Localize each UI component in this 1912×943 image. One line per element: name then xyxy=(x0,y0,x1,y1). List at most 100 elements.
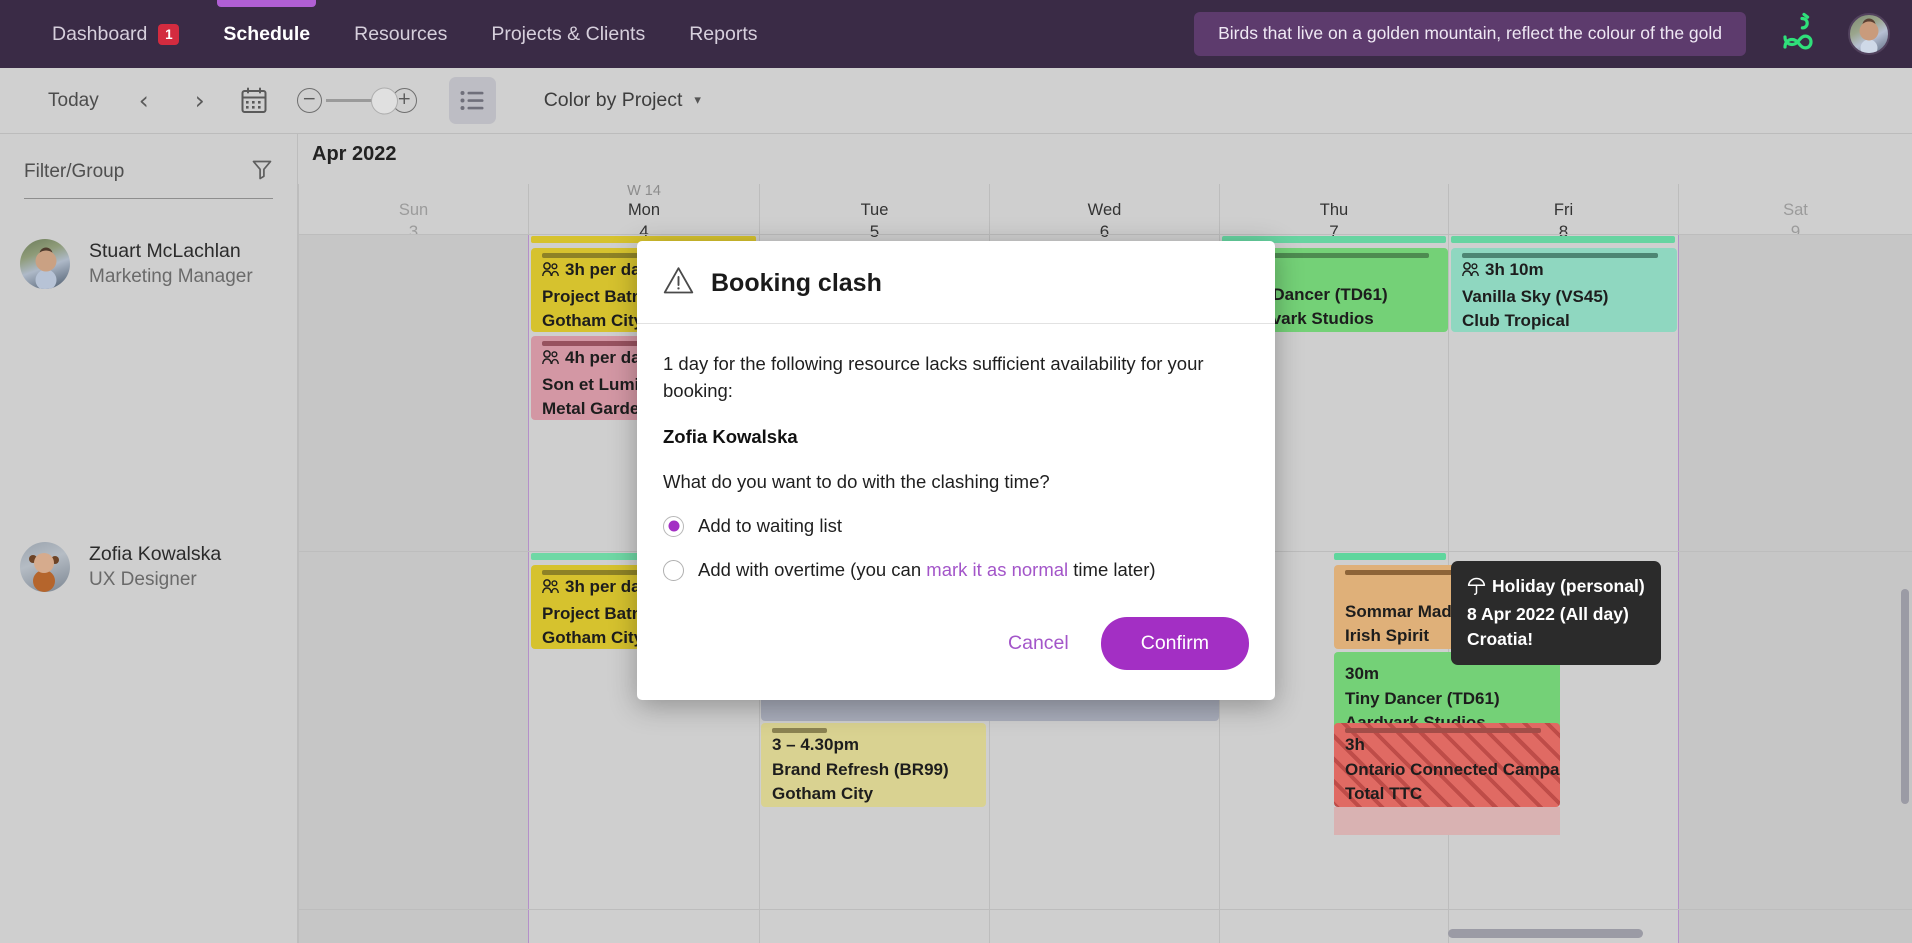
resource-role: UX Designer xyxy=(89,567,221,592)
event-duration: 3 – 4.30pm xyxy=(772,733,975,758)
dialog-title: Booking clash xyxy=(711,269,882,298)
cancel-button[interactable]: Cancel xyxy=(986,620,1091,667)
event-color-bar xyxy=(1462,253,1658,258)
infinity-logo xyxy=(1776,11,1822,57)
user-avatar[interactable] xyxy=(1848,13,1890,55)
zoom-slider-handle[interactable] xyxy=(371,87,398,114)
event-project: Ontario Connected Campaign xyxy=(1345,758,1549,783)
nav-item-reports[interactable]: Reports xyxy=(667,0,779,68)
zoom-control: − + xyxy=(297,88,417,113)
day-column-sun[interactable] xyxy=(298,234,528,943)
event-overflow-strip xyxy=(1334,807,1560,835)
day-of-week: Thu xyxy=(1220,200,1448,221)
event-client: Gotham City xyxy=(772,782,975,807)
day-of-week: Fri xyxy=(1449,200,1678,221)
resource-role: Marketing Manager xyxy=(89,264,253,289)
previous-period-button[interactable]: ‹ xyxy=(133,86,155,115)
event-color-bar xyxy=(772,728,827,733)
day-header-fri[interactable]: Fri 8 xyxy=(1448,184,1678,234)
dialog-message-line2: booking: xyxy=(663,377,1249,404)
event-project: Vanilla Sky (VS45) xyxy=(1462,285,1666,310)
nav-badge-dashboard: 1 xyxy=(158,24,179,45)
horizontal-scrollbar[interactable] xyxy=(1448,929,1643,938)
avatar xyxy=(20,239,70,289)
radio-label: Add with overtime (you can mark it as no… xyxy=(698,559,1156,581)
dialog-body: 1 day for the following resource lacks s… xyxy=(637,324,1275,591)
day-of-week: Sat xyxy=(1679,200,1912,221)
warning-triangle-icon xyxy=(663,265,694,301)
day-header-row: Sun 3 W 14 Mon 4 Tue 5 Wed 6 Thu 7 xyxy=(298,184,1912,234)
event-client: Total TTC xyxy=(1345,782,1549,807)
radio-option-waiting-list[interactable]: Add to waiting list xyxy=(663,515,1249,537)
funnel-icon[interactable] xyxy=(251,158,273,185)
tooltip-title: Holiday (personal) xyxy=(1492,576,1645,596)
month-label: Apr 2022 xyxy=(312,143,397,166)
event-card[interactable]: 3h Ontario Connected Campaign Total TTC xyxy=(1334,723,1560,807)
day-column-sat[interactable] xyxy=(1678,234,1912,943)
event-duration: 3h xyxy=(1345,733,1549,758)
week-number: W 14 xyxy=(529,182,759,200)
tooltip-note: Croatia! xyxy=(1467,627,1645,652)
day-header-thu[interactable]: Thu 7 xyxy=(1219,184,1448,234)
resource-row-stuart[interactable]: Stuart McLachlan Marketing Manager xyxy=(0,239,297,289)
next-period-button[interactable]: › xyxy=(189,86,211,115)
day-of-week: Tue xyxy=(760,200,989,221)
row-divider xyxy=(298,234,1912,235)
day-of-week: Sun xyxy=(299,200,528,221)
day-header-mon[interactable]: W 14 Mon 4 xyxy=(528,184,759,234)
radio-button-selected[interactable] xyxy=(663,516,684,537)
event-card[interactable]: 3 – 4.30pm Brand Refresh (BR99) Gotham C… xyxy=(761,723,986,807)
nav-item-resources[interactable]: Resources xyxy=(332,0,469,68)
day-of-week: Mon xyxy=(529,200,759,221)
nav-item-label: Reports xyxy=(689,23,757,46)
dialog-header: Booking clash xyxy=(637,241,1275,324)
nav-items: Dashboard 1 Schedule Resources Projects … xyxy=(30,0,780,68)
availability-bar xyxy=(1451,236,1675,243)
nav-item-label: Projects & Clients xyxy=(491,23,645,46)
tooltip-title-row: Holiday (personal) xyxy=(1467,574,1645,602)
chevron-down-icon: ▾ xyxy=(694,93,701,108)
announcement-banner: Birds that live on a golden mountain, re… xyxy=(1194,12,1746,56)
people-icon xyxy=(542,348,560,373)
avatar xyxy=(20,542,70,592)
list-view-icon[interactable] xyxy=(449,77,496,124)
resource-name: Zofia Kowalska xyxy=(89,542,221,567)
day-header-sat[interactable]: Sat 9 xyxy=(1678,184,1912,234)
app-root: Dashboard 1 Schedule Resources Projects … xyxy=(0,0,1912,943)
calendar-icon[interactable] xyxy=(241,87,267,114)
color-by-dropdown[interactable]: Color by Project ▾ xyxy=(544,89,701,112)
confirm-button[interactable]: Confirm xyxy=(1101,617,1249,670)
radio-button[interactable] xyxy=(663,560,684,581)
umbrella-icon xyxy=(1467,576,1486,602)
zoom-out-button[interactable]: − xyxy=(297,88,322,113)
row-divider xyxy=(298,909,1912,910)
nav-item-schedule[interactable]: Schedule xyxy=(201,0,332,68)
event-project: Tiny Dancer (TD61) xyxy=(1345,687,1549,712)
schedule-toolbar: Today ‹ › − + xyxy=(0,68,1912,134)
nav-item-projects-clients[interactable]: Projects & Clients xyxy=(469,0,667,68)
resource-sidebar: Filter/Group Stuart McLachlan Marketing … xyxy=(0,134,298,943)
nav-item-label: Resources xyxy=(354,23,447,46)
day-header-tue[interactable]: Tue 5 xyxy=(759,184,989,234)
radio-option-overtime[interactable]: Add with overtime (you can mark it as no… xyxy=(663,559,1249,581)
vertical-scrollbar[interactable] xyxy=(1901,589,1909,804)
people-icon xyxy=(542,260,560,285)
booking-clash-dialog: Booking clash 1 day for the following re… xyxy=(637,241,1275,700)
day-header-sun[interactable]: Sun 3 xyxy=(298,184,528,234)
people-icon xyxy=(542,577,560,602)
event-project: Brand Refresh (BR99) xyxy=(772,758,975,783)
zoom-slider[interactable] xyxy=(326,99,388,102)
resource-row-zofia[interactable]: Zofia Kowalska UX Designer xyxy=(0,542,297,592)
mark-as-normal-link[interactable]: mark it as normal xyxy=(926,559,1068,580)
filter-group-input[interactable]: Filter/Group xyxy=(24,158,273,199)
day-of-week: Wed xyxy=(990,200,1219,221)
nav-item-dashboard[interactable]: Dashboard 1 xyxy=(30,0,201,68)
color-by-label: Color by Project xyxy=(544,89,683,112)
dialog-question: What do you want to do with the clashing… xyxy=(663,471,1249,493)
event-card[interactable]: 3h 10m Vanilla Sky (VS45) Club Tropical xyxy=(1451,248,1677,332)
overtime-suffix: time later) xyxy=(1068,559,1155,580)
today-button[interactable]: Today xyxy=(48,90,99,112)
radio-label: Add to waiting list xyxy=(698,515,842,537)
resource-meta: Stuart McLachlan Marketing Manager xyxy=(89,239,253,289)
day-header-wed[interactable]: Wed 6 xyxy=(989,184,1219,234)
